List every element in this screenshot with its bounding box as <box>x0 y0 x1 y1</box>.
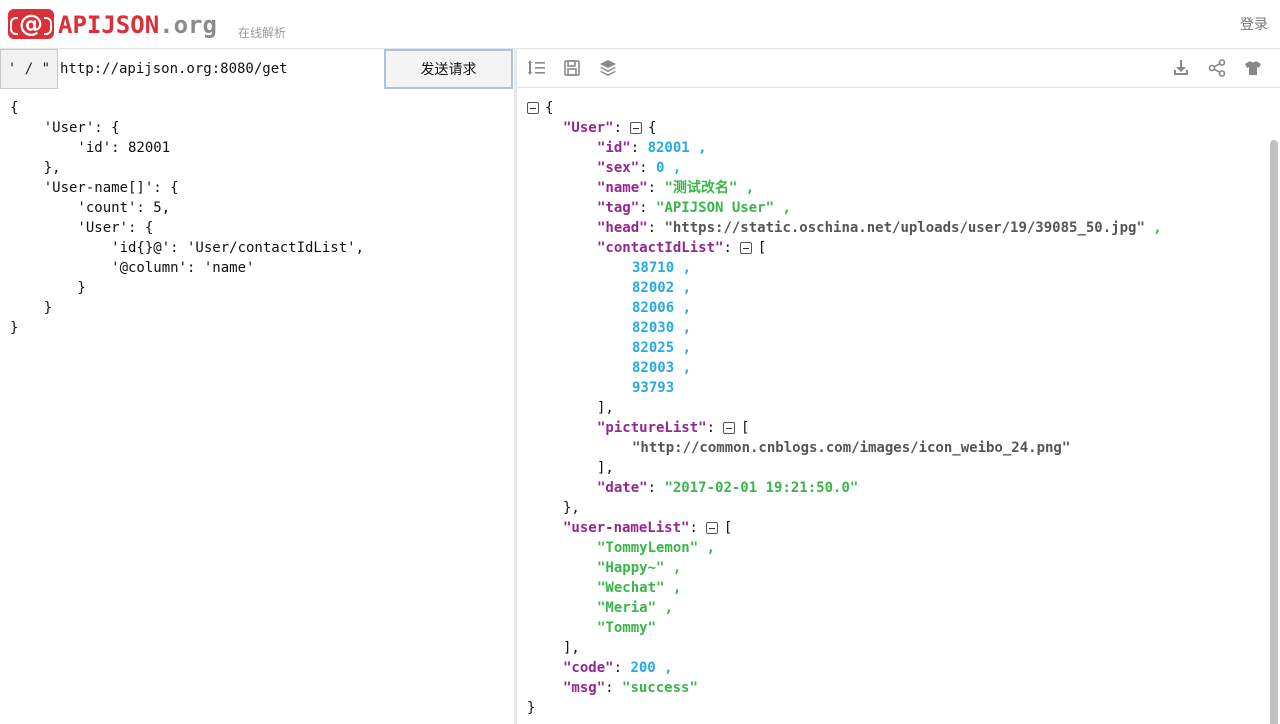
share-icon[interactable] <box>1207 58 1227 78</box>
request-line: } <box>10 280 86 296</box>
response-line: 82030 , <box>632 320 692 336</box>
logo-symbol: @ <box>19 10 43 38</box>
quote-toggle-button[interactable]: ' / " <box>0 49 58 89</box>
response-line: 82003 , <box>632 360 692 376</box>
download-icon[interactable] <box>1171 58 1191 78</box>
logo-badge[interactable]: @ <box>8 9 54 39</box>
response-line: } <box>527 700 536 716</box>
response-line: ], <box>563 640 580 656</box>
response-line: "head": "https://static.oschina.net/uplo… <box>597 220 1162 236</box>
login-link[interactable]: 登录 <box>1240 14 1268 34</box>
response-line: "Wechat" , <box>597 580 682 596</box>
logo-suffix-text: .org <box>159 11 217 39</box>
request-panel: ' / " 发送请求 { 'User': { 'id': 82001 }, 'U… <box>0 48 514 724</box>
response-line: ], <box>597 460 614 476</box>
response-line: }, <box>563 500 580 516</box>
response-line: 82025 , <box>632 340 692 356</box>
response-toolbar <box>517 48 1280 88</box>
response-line: "contactIdList":[ <box>597 240 767 256</box>
theme-shirt-icon[interactable] <box>1243 58 1263 78</box>
request-editor[interactable]: { 'User': { 'id': 82001 }, 'User-name[]'… <box>10 98 364 338</box>
logo[interactable]: APIJSON.org <box>58 11 217 39</box>
page-subtitle: 在线解析 <box>238 26 287 40</box>
response-line: "sex": 0 , <box>597 160 682 176</box>
collapse-toggle[interactable] <box>630 122 643 134</box>
response-line: "tag": "APIJSON User" , <box>597 200 791 216</box>
request-line: }, <box>10 160 61 176</box>
vertical-scrollbar[interactable] <box>1270 140 1278 724</box>
response-line: "Happy~" , <box>597 560 682 576</box>
request-line: 'count': 5, <box>10 200 171 216</box>
response-line: "id": 82001 , <box>597 140 707 156</box>
response-panel: { "User":{ "id": 82001 , "sex": 0 , "nam… <box>517 48 1280 724</box>
request-line: 'id': 82001 <box>10 140 171 156</box>
header: @ APIJSON.org 在线解析 登录 <box>0 0 1280 48</box>
save-icon[interactable] <box>562 58 582 78</box>
logo-main-text: APIJSON <box>58 11 160 39</box>
response-line: 93793 <box>632 380 675 396</box>
request-line: 'id{}@': 'User/contactIdList', <box>10 240 365 256</box>
request-line: 'User-name[]': { <box>10 180 179 196</box>
response-viewer: { "User":{ "id": 82001 , "sex": 0 , "nam… <box>527 98 1162 718</box>
collapse-toggle[interactable] <box>527 102 539 114</box>
url-input[interactable] <box>58 49 384 89</box>
request-line: 'User': { <box>10 120 120 136</box>
response-line: "pictureList":[ <box>597 420 750 436</box>
response-line: "name": "测试改名" , <box>597 180 755 196</box>
request-line: '@column': 'name' <box>10 260 255 276</box>
response-line: "code": 200 , <box>563 660 673 676</box>
response-line: 82006 , <box>632 300 692 316</box>
request-line: 'User': { <box>10 220 154 236</box>
collapse-toggle[interactable] <box>705 522 718 534</box>
response-line: "Meria" , <box>597 600 673 616</box>
request-line: } <box>10 320 19 336</box>
response-line: 82002 , <box>632 280 692 296</box>
response-line: "http://common.cnblogs.com/images/icon_w… <box>632 440 1071 456</box>
response-line: "date": "2017-02-01 19:21:50.0" <box>597 480 859 496</box>
send-request-button[interactable]: 发送请求 <box>384 49 513 89</box>
response-line: { <box>527 98 1162 118</box>
layers-icon[interactable] <box>598 58 618 78</box>
response-line: "msg": "success" <box>563 680 698 696</box>
format-list-icon[interactable] <box>527 58 547 78</box>
request-bar: ' / " 发送请求 <box>0 48 514 89</box>
response-line: "user-nameList":[ <box>563 520 733 536</box>
response-line: "User":{ <box>563 120 657 136</box>
request-line: { <box>10 100 19 116</box>
collapse-toggle[interactable] <box>723 422 736 434</box>
collapse-toggle[interactable] <box>739 242 752 254</box>
response-line: "TommyLemon" , <box>597 540 716 556</box>
response-line: "Tommy" <box>597 620 657 636</box>
response-line: ], <box>597 400 614 416</box>
request-line: } <box>10 300 53 316</box>
response-line: 38710 , <box>632 260 692 276</box>
